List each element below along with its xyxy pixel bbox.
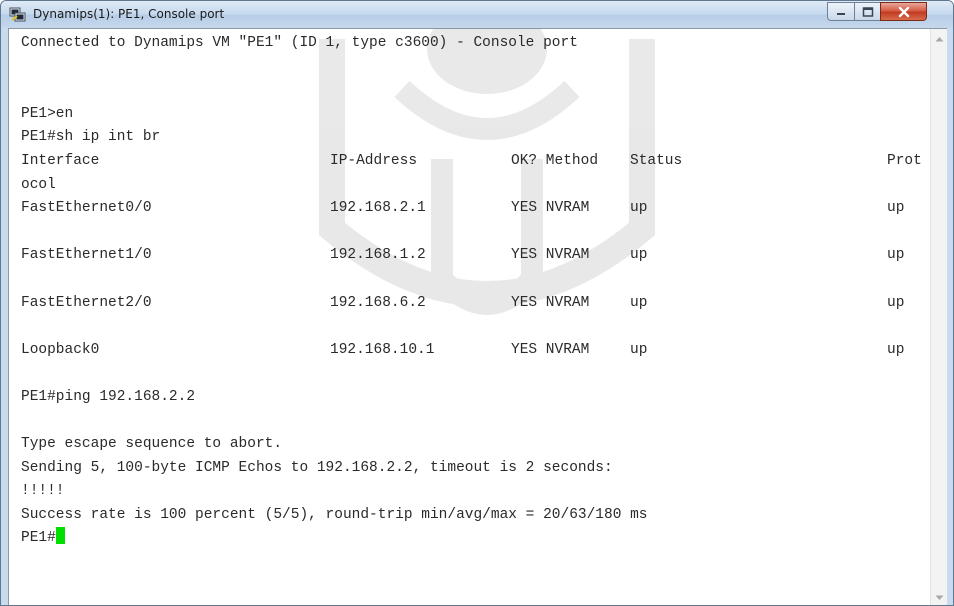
console-window: Dynamips(1): PE1, Console port Connected…: [0, 0, 954, 606]
interface-ip: 192.168.2.1: [330, 200, 426, 217]
interface-ip: 192.168.1.2: [330, 247, 426, 264]
interface-status: up: [630, 200, 648, 217]
interface-ok-method: YES NVRAM: [511, 294, 590, 311]
minimize-button[interactable]: [827, 2, 855, 21]
table-row: FastEthernet1/0 192.168.1.2 YES NVRAM up…: [21, 244, 933, 268]
console-area[interactable]: Connected to Dynamips VM "PE1" (ID 1, ty…: [8, 28, 947, 605]
text-cursor: [55, 527, 65, 545]
putty-terminal-icon[interactable]: [9, 6, 26, 23]
header-protocol: Prot: [887, 152, 922, 169]
command-line: PE1>en: [21, 105, 74, 122]
interface-name: Loopback0: [21, 341, 100, 358]
maximize-icon: [862, 6, 873, 17]
interface-protocol: up: [887, 294, 905, 311]
close-button[interactable]: [880, 2, 927, 21]
scroll-up-icon[interactable]: [935, 36, 944, 42]
prompt-text: PE1#: [21, 530, 56, 547]
escape-line: Type escape sequence to abort.: [21, 436, 283, 453]
interface-status: up: [630, 341, 648, 358]
interface-protocol: up: [887, 341, 905, 358]
success-line: Success rate is 100 percent (5/5), round…: [21, 506, 648, 523]
interface-status: up: [630, 247, 648, 264]
command-line: PE1#ping 192.168.2.2: [21, 388, 196, 405]
interface-status: up: [630, 294, 648, 311]
header-wrap: ocol: [21, 176, 56, 193]
window-title: Dynamips(1): PE1, Console port: [33, 7, 225, 21]
table-row: FastEthernet0/0 192.168.2.1 YES NVRAM up…: [21, 197, 933, 221]
header-ip-address: IP-Address: [330, 152, 418, 169]
minimize-icon: [837, 12, 845, 15]
interface-name: FastEthernet2/0: [21, 294, 152, 311]
header-ok-method: OK? Method: [511, 152, 599, 169]
interface-ok-method: YES NVRAM: [511, 341, 590, 358]
interface-ip: 192.168.6.2: [330, 294, 426, 311]
interface-ok-method: YES NVRAM: [511, 200, 590, 217]
terminal-output: Connected to Dynamips VM "PE1" (ID 1, ty…: [21, 32, 933, 602]
connect-line: Connected to Dynamips VM "PE1" (ID 1, ty…: [21, 35, 578, 51]
prompt-line[interactable]: PE1#: [21, 527, 933, 551]
interface-protocol: up: [887, 247, 905, 264]
interface-name: FastEthernet1/0: [21, 247, 152, 264]
interface-name: FastEthernet0/0: [21, 200, 152, 217]
close-icon: [898, 6, 909, 17]
ping-marks: !!!!!: [21, 483, 65, 500]
table-row: FastEthernet2/0 192.168.6.2 YES NVRAM up…: [21, 292, 933, 316]
header-status: Status: [630, 152, 683, 169]
header-interface: Interface: [21, 152, 100, 169]
maximize-button[interactable]: [854, 2, 881, 21]
title-bar[interactable]: Dynamips(1): PE1, Console port: [1, 1, 953, 28]
command-line: PE1#sh ip int br: [21, 129, 161, 146]
interface-ip: 192.168.10.1: [330, 341, 435, 358]
interface-protocol: up: [887, 200, 905, 217]
sending-line: Sending 5, 100-byte ICMP Echos to 192.16…: [21, 459, 613, 476]
vertical-scrollbar[interactable]: [930, 29, 947, 605]
interface-ok-method: YES NVRAM: [511, 247, 590, 264]
table-header: Interface IP-Address OK? Method Status P…: [21, 150, 933, 174]
scroll-down-icon[interactable]: [935, 595, 944, 601]
table-row: Loopback0 192.168.10.1 YES NVRAM up up: [21, 339, 933, 363]
